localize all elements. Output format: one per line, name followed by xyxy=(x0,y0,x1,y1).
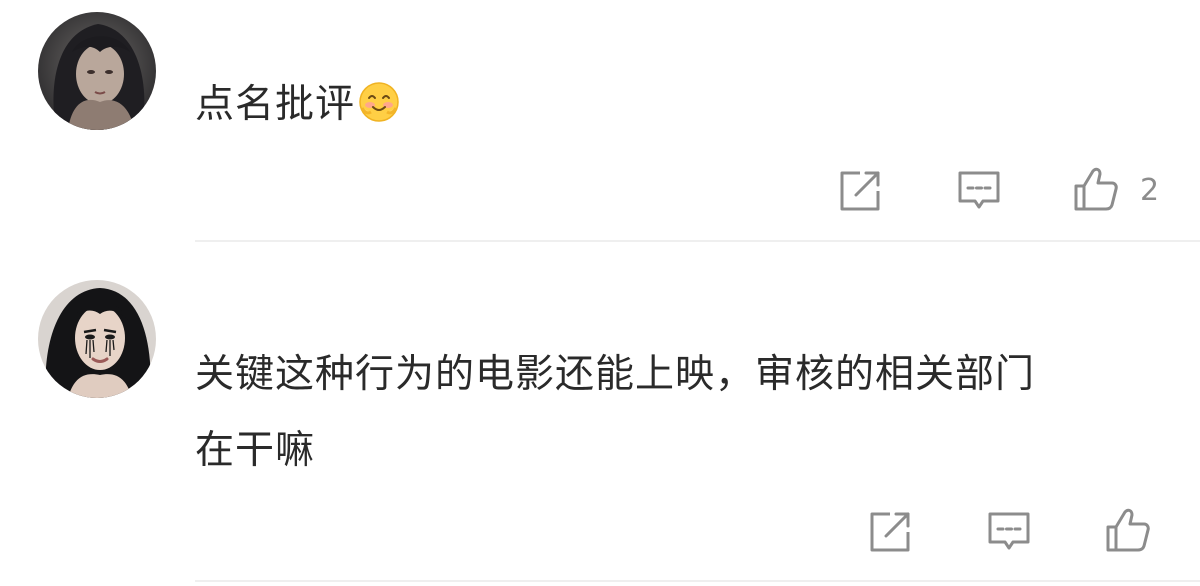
comment-text: 点名批评 xyxy=(195,76,400,140)
comment-text: 关键这种行为的电影还能上映，审核的相关部门 在干嘛 xyxy=(195,346,1035,480)
divider xyxy=(195,240,1200,242)
comment-icon[interactable] xyxy=(955,167,1003,215)
comment-text-content: 点名批评 xyxy=(195,82,356,127)
thumbs-up-icon[interactable] xyxy=(1104,506,1152,554)
comment-text-line: 在干嘛 xyxy=(195,428,316,473)
like-count: 2 xyxy=(1140,173,1160,208)
share-icon[interactable] xyxy=(836,167,884,215)
comment-icon[interactable] xyxy=(985,508,1033,556)
divider xyxy=(195,580,1200,582)
shy-smile-emoji-icon xyxy=(358,81,400,140)
thumbs-up-icon[interactable] xyxy=(1072,165,1120,213)
avatar[interactable] xyxy=(38,12,156,130)
comment-text-line: 关键这种行为的电影还能上映，审核的相关部门 xyxy=(195,352,1036,397)
share-icon[interactable] xyxy=(866,508,914,556)
avatar[interactable] xyxy=(38,280,156,398)
